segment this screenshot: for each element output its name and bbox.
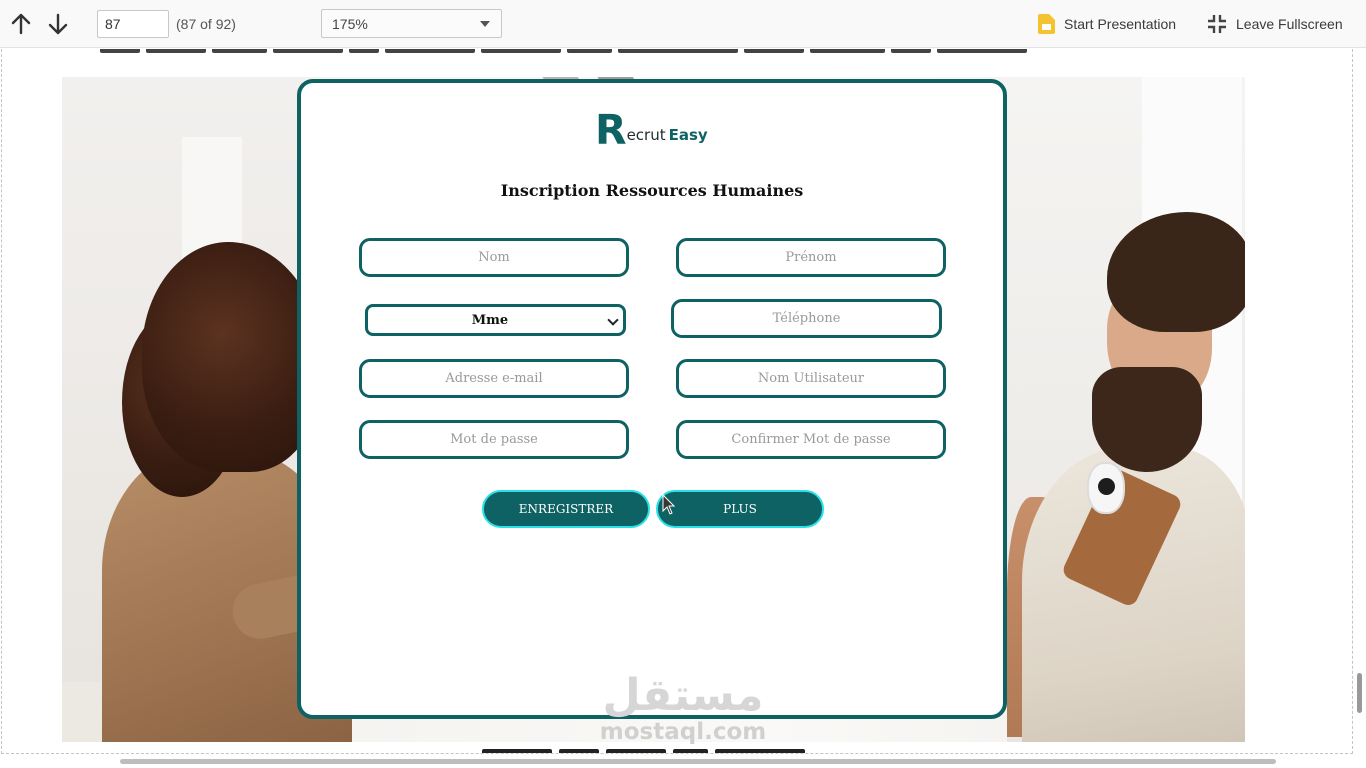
next-page-button[interactable]: [45, 11, 71, 37]
civilite-select[interactable]: Mme: [365, 304, 626, 336]
previous-page-button[interactable]: [8, 11, 34, 37]
telephone-field[interactable]: [671, 299, 942, 338]
start-presentation-button[interactable]: Start Presentation: [1038, 12, 1176, 36]
email-field[interactable]: [359, 359, 629, 398]
exit-fullscreen-icon: [1208, 15, 1226, 33]
zoom-select[interactable]: 175%: [321, 9, 502, 38]
password-field[interactable]: [359, 420, 629, 459]
zoom-value: 175%: [332, 16, 368, 32]
start-presentation-label: Start Presentation: [1064, 16, 1177, 32]
civilite-value: Mme: [471, 313, 509, 328]
logo-text: ecrut: [626, 126, 666, 144]
mouse-cursor-icon: [662, 494, 676, 515]
leave-fullscreen-label: Leave Fullscreen: [1236, 16, 1343, 32]
horizontal-scrollbar-track: [0, 755, 1366, 768]
page-number-input[interactable]: [97, 10, 169, 38]
watermark-latin: mostaql.com: [599, 719, 767, 745]
logo-letter: R: [595, 106, 627, 154]
leave-fullscreen-button[interactable]: Leave Fullscreen: [1207, 12, 1343, 36]
horizontal-scrollbar[interactable]: [120, 759, 1276, 764]
arrow-up-icon: [11, 13, 31, 35]
more-button[interactable]: PLUS: [656, 490, 824, 528]
slides-icon: [1038, 14, 1055, 34]
page-count: (87 of 92): [176, 16, 236, 32]
clipped-text-line: [100, 49, 1200, 55]
username-field[interactable]: [676, 359, 946, 398]
viewer-toolbar: (87 of 92) 175% Start Presentation Leave…: [0, 0, 1366, 48]
camera-device: [1087, 462, 1125, 514]
prenom-field[interactable]: [676, 238, 946, 277]
recruteasy-logo: R ecrut Easy: [595, 106, 708, 154]
logo-text-accent: Easy: [668, 126, 708, 144]
chevron-down-icon: [480, 21, 490, 27]
mostaql-watermark: مستقل mostaql.com: [598, 672, 768, 752]
vertical-scrollbar[interactable]: [1357, 673, 1362, 713]
form-title: Inscription Ressources Humaines: [500, 181, 804, 200]
confirm-password-field[interactable]: [676, 420, 946, 459]
register-button[interactable]: ENREGISTRER: [482, 490, 650, 528]
nom-field[interactable]: [359, 238, 629, 277]
watermark-arabic: مستقل: [602, 670, 764, 721]
arrow-down-icon: [48, 13, 68, 35]
registration-card: R ecrut Easy Inscription Ressources Huma…: [297, 79, 1007, 719]
